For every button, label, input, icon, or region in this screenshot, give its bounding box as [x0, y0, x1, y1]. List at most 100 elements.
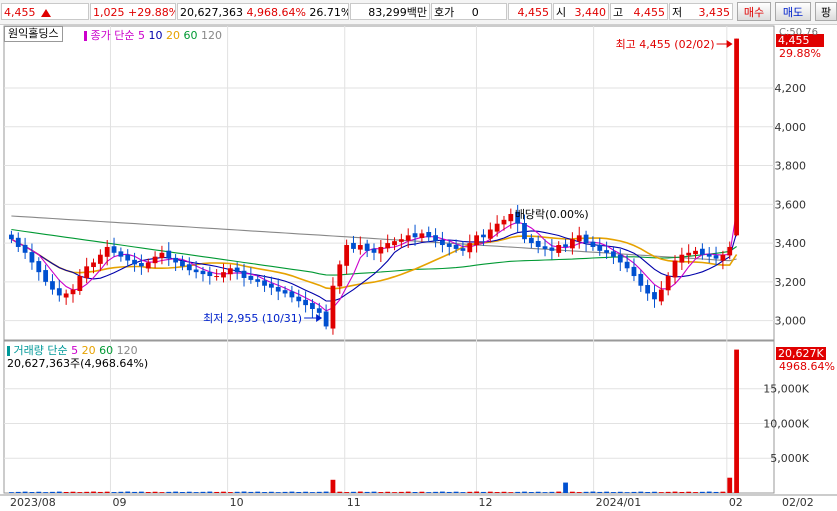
- candle-body: [672, 260, 678, 278]
- volume-tick-label: 5,000K: [770, 452, 809, 465]
- candle-body: [686, 252, 692, 256]
- candle-body: [474, 235, 480, 246]
- stock-chart: 3,000 3,200 3,400 3,600 3,800 4,000 4,200 5,000…: [0, 25, 837, 509]
- dividend-annotation: 배당락(0.00%): [515, 208, 589, 221]
- volume-bar: [371, 491, 377, 493]
- candle-body: [385, 243, 391, 249]
- candle-body: [624, 261, 630, 269]
- candle-body: [255, 279, 261, 282]
- price-tick-label: 3,200: [775, 276, 807, 289]
- volume-bar: [310, 492, 315, 493]
- candle-body: [652, 292, 657, 300]
- volume-bar: [139, 491, 144, 493]
- candle-body: [303, 299, 308, 306]
- candle-body: [357, 245, 363, 250]
- candle-body: [84, 266, 90, 279]
- volume-bar: [125, 491, 131, 493]
- volume-bar: [494, 492, 500, 493]
- candle-body: [145, 262, 151, 269]
- volume-bar: [665, 491, 671, 493]
- x-axis-label: 2024/01: [596, 496, 642, 509]
- volume-bar: [330, 479, 336, 493]
- candle-body: [419, 233, 425, 238]
- x-axis-label: 09: [112, 496, 126, 509]
- volume-bar: [200, 491, 206, 493]
- candle-body: [412, 233, 418, 238]
- volume-bar: [268, 491, 274, 493]
- price-panel: [3, 25, 775, 341]
- candle-body: [611, 251, 616, 257]
- volume-bar: [699, 491, 705, 493]
- volume-bar: [508, 492, 514, 493]
- volume-bar: [364, 491, 370, 493]
- volume-bar: [556, 491, 562, 493]
- stock-name[interactable]: 원익홀딩스: [4, 26, 63, 42]
- volume-bar: [22, 491, 28, 493]
- price-legend[interactable]: 종가 단순 5 10 20 60 120: [84, 27, 222, 43]
- volume-bar: [186, 491, 192, 493]
- candle-body: [207, 272, 213, 277]
- volume-bar: [672, 491, 678, 493]
- volume-bar: [357, 491, 363, 493]
- volume-bar: [734, 349, 739, 493]
- volume-bar: [248, 491, 254, 493]
- candle-body: [248, 275, 254, 280]
- volume-bar: [303, 491, 308, 493]
- candle-body: [166, 250, 172, 259]
- volume-bar: [289, 491, 295, 493]
- candle-body: [186, 264, 192, 271]
- candle-body: [617, 254, 623, 263]
- price-legend-ma20: 20: [165, 29, 180, 42]
- volume-bar: [713, 491, 719, 493]
- candle-body: [494, 223, 500, 232]
- volume-bar: [63, 491, 69, 493]
- volume-bar: [563, 482, 568, 493]
- volume-bar: [166, 491, 172, 493]
- volume-bar: [679, 491, 685, 493]
- candle-body: [549, 247, 555, 251]
- volume-bar: [706, 491, 712, 493]
- candle-body: [227, 268, 233, 275]
- volume-bar: [624, 492, 630, 493]
- volume-bar: [467, 491, 473, 493]
- price-tick-label: 3,600: [775, 198, 807, 211]
- candle-body: [556, 245, 562, 253]
- volume-bar: [91, 491, 96, 493]
- candle-body: [706, 254, 712, 257]
- volume-bar: [152, 491, 158, 493]
- volume-bar: [282, 491, 288, 493]
- candle-body: [104, 246, 110, 257]
- x-axis-label: 10: [230, 496, 244, 509]
- volume-bar: [522, 491, 527, 493]
- candle-body: [638, 273, 644, 286]
- candle-body: [241, 270, 247, 278]
- volume-bar: [426, 492, 432, 493]
- volume-bar: [412, 492, 418, 493]
- volume-bar: [344, 492, 350, 493]
- volume-bar: [111, 492, 117, 493]
- candle-body: [15, 237, 21, 247]
- volume-bar: [611, 492, 616, 493]
- candle-body: [180, 261, 185, 267]
- candle-body: [97, 254, 103, 264]
- candle-body: [522, 223, 527, 240]
- candle-body: [118, 251, 124, 257]
- volume-bar: [460, 492, 466, 493]
- volume-tag-pct: 4968.64%: [779, 360, 835, 373]
- price-legend-ma120: 120: [200, 29, 222, 42]
- candle-body: [56, 288, 62, 296]
- candle-body: [727, 246, 733, 256]
- volume-bar: [617, 491, 623, 493]
- candle-body: [50, 281, 55, 290]
- volume-bar: [214, 491, 220, 493]
- volume-bar: [275, 492, 281, 493]
- price-legend-ma60: 60: [183, 29, 198, 42]
- x-axis-label: 02: [729, 496, 743, 509]
- volume-bar: [474, 491, 480, 493]
- candle-body: [111, 246, 117, 253]
- candle-body: [590, 241, 596, 247]
- candle-body: [91, 262, 96, 268]
- price-tag-pct: 29.88%: [779, 47, 821, 60]
- candle-body: [22, 244, 28, 253]
- candle-body: [528, 237, 534, 244]
